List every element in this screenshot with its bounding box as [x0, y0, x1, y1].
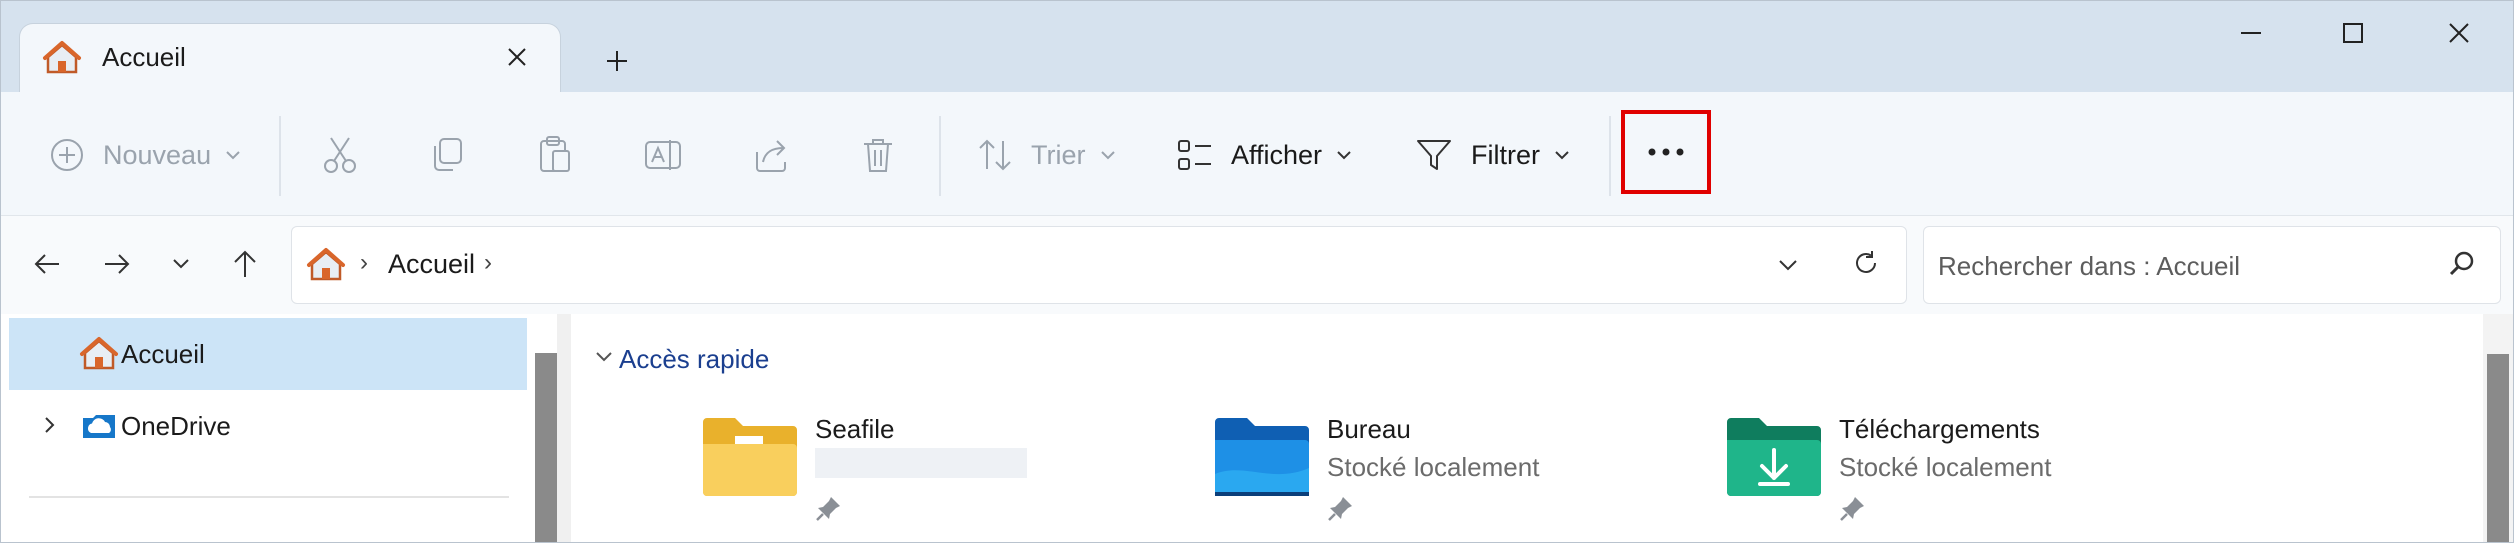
nav-item-accueil[interactable]: Accueil — [9, 318, 527, 390]
new-button[interactable]: Nouveau — [49, 130, 241, 180]
new-button-label: Nouveau — [103, 139, 212, 170]
expand-chevron-icon[interactable] — [35, 410, 65, 440]
sort-button[interactable]: Trier — [977, 130, 1116, 180]
paste-button[interactable] — [537, 130, 573, 180]
pin-icon — [1840, 497, 1864, 521]
copy-icon — [434, 138, 462, 171]
sort-button-label: Trier — [1031, 139, 1086, 170]
nav-item-label: Accueil — [121, 339, 205, 369]
file-explorer-window: Accueil Nouveau Trier Afficher Filtrer ›… — [0, 0, 2514, 543]
folder-downloads-icon — [1727, 418, 1821, 496]
chevron-down-icon — [1100, 151, 1115, 160]
pin-icon — [1328, 497, 1352, 521]
more-icon — [1648, 148, 1684, 156]
search-icon[interactable] — [2444, 247, 2480, 283]
quick-access-tile-bureau[interactable]: Bureau Stocké localement — [1213, 414, 1693, 534]
copy-button[interactable] — [429, 130, 465, 180]
sort-icon — [979, 139, 1011, 171]
chevron-down-icon — [1337, 151, 1351, 160]
rename-icon — [645, 140, 681, 170]
maximize-icon[interactable] — [2323, 15, 2383, 51]
tile-subtitle: Stocké localement — [1327, 452, 1540, 482]
title-bar: Accueil — [1, 1, 2513, 93]
breadcrumb-chevron-icon[interactable]: › — [484, 249, 492, 277]
tile-subtitle-placeholder — [815, 448, 1027, 478]
up-button[interactable] — [221, 240, 269, 288]
onedrive-icon — [83, 415, 115, 438]
chevron-down-icon — [173, 259, 189, 269]
nav-scrollbar[interactable] — [535, 353, 557, 542]
trash-icon — [864, 139, 892, 172]
arrow-right-icon — [105, 254, 130, 274]
search-placeholder[interactable]: Rechercher dans : Accueil — [1938, 251, 2240, 282]
delete-button[interactable] — [861, 130, 895, 180]
minimize-icon[interactable] — [2221, 15, 2281, 51]
scissors-icon — [324, 137, 356, 173]
tile-name: Téléchargements — [1839, 414, 2040, 444]
nav-divider — [29, 496, 509, 498]
recent-locations-button[interactable] — [157, 240, 205, 288]
content-area: Accès rapide Seafile Bureau Stocké local… — [571, 314, 2483, 542]
tile-subtitle: Stocké localement — [1839, 452, 2052, 482]
toolbar-divider — [939, 116, 941, 196]
command-bar: Nouveau Trier Afficher Filtrer — [1, 92, 2513, 216]
tab-accueil[interactable]: Accueil — [19, 23, 561, 93]
view-button[interactable]: Afficher — [1177, 130, 1352, 180]
filter-icon — [1417, 140, 1451, 170]
quick-access-tile-seafile[interactable]: Seafile — [701, 414, 1181, 534]
forward-button[interactable] — [93, 240, 141, 288]
scrollbar-thumb[interactable] — [2487, 354, 2509, 542]
close-tab-icon[interactable] — [498, 38, 536, 76]
folder-yellow-icon — [703, 418, 797, 496]
home-icon — [307, 248, 345, 281]
navigation-pane: Accueil OneDrive — [1, 314, 557, 542]
pane-splitter[interactable] — [557, 314, 571, 542]
view-button-label: Afficher — [1231, 139, 1323, 170]
search-box[interactable]: Rechercher dans : Accueil — [1923, 226, 2501, 304]
address-bar[interactable]: › Accueil › — [291, 226, 1907, 304]
home-icon — [80, 337, 118, 370]
share-button[interactable] — [753, 130, 791, 180]
folder-desktop-icon — [1215, 418, 1309, 496]
more-options-button[interactable] — [1621, 110, 1711, 194]
clipboard-icon — [540, 136, 570, 172]
home-icon — [43, 41, 81, 74]
quick-access-header[interactable]: Accès rapide — [619, 344, 769, 375]
chevron-down-icon — [226, 151, 240, 160]
address-history-dropdown-icon[interactable] — [1768, 245, 1808, 285]
tile-name: Bureau — [1327, 414, 1411, 444]
arrow-left-icon — [34, 254, 59, 274]
breadcrumb-accueil[interactable]: Accueil — [388, 249, 475, 280]
close-window-icon[interactable] — [2429, 15, 2489, 51]
plus-circle-icon — [51, 139, 83, 171]
view-layout-icon — [1178, 140, 1211, 170]
back-button[interactable] — [23, 240, 71, 288]
toolbar-divider — [279, 116, 281, 196]
chevron-down-icon — [1555, 151, 1569, 160]
toolbar-divider — [1609, 116, 1611, 196]
rename-button[interactable] — [643, 130, 683, 180]
tab-title: Accueil — [102, 42, 186, 72]
cut-button[interactable] — [321, 130, 359, 180]
collapse-chevron-icon[interactable] — [589, 342, 619, 372]
address-row: › Accueil › Rechercher dans : Accueil — [1, 216, 2513, 314]
tile-name: Seafile — [815, 414, 895, 444]
new-tab-button[interactable] — [595, 39, 639, 83]
nav-item-onedrive[interactable]: OneDrive — [9, 390, 527, 462]
share-icon — [756, 140, 786, 172]
refresh-icon[interactable] — [1846, 243, 1886, 283]
breadcrumb-chevron-icon[interactable]: › — [360, 249, 368, 277]
filter-button[interactable]: Filtrer — [1415, 130, 1570, 180]
quick-access-tile-telechargements[interactable]: Téléchargements Stocké localement — [1725, 414, 2205, 534]
filter-button-label: Filtrer — [1471, 139, 1540, 170]
pin-icon — [816, 497, 840, 521]
nav-item-label: OneDrive — [121, 411, 231, 441]
content-scrollbar[interactable] — [2483, 314, 2513, 542]
arrow-up-icon — [234, 250, 256, 277]
